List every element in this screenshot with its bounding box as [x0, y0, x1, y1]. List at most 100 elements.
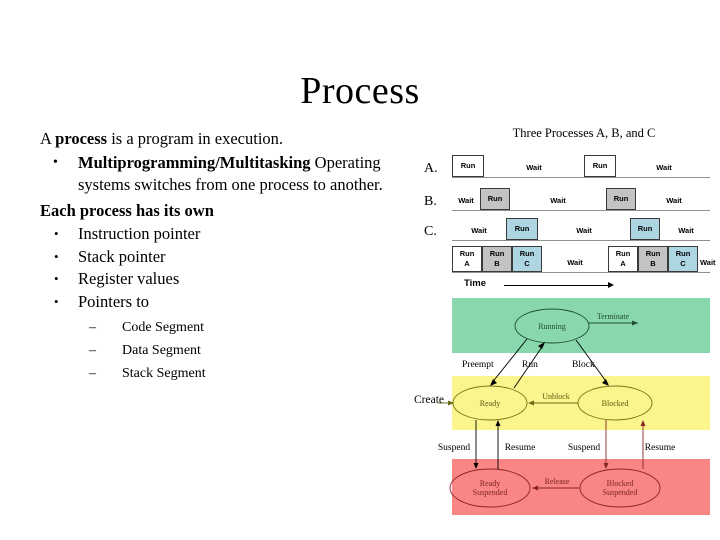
timeline-block-process-id: A: [620, 259, 626, 268]
timeline-caption: Three Processes A, B, and C: [512, 126, 656, 140]
dash-glyph-icon: –: [89, 366, 96, 381]
timeline-wait-block: Wait: [576, 226, 592, 235]
bullet-glyph-icon: •: [54, 226, 59, 241]
bullet-multiprogramming-head: Multiprogramming/Multitasking: [78, 152, 311, 172]
timeline-block-process-id: C: [680, 259, 686, 268]
timeline-wait-block: Wait: [526, 163, 542, 172]
time-axis-arrow-icon: [608, 281, 614, 288]
timeline-figure: Three Processes A, B, and C A. Run Wait Run…: [420, 126, 716, 296]
transition-terminate-arrow-icon: [632, 320, 638, 326]
time-axis: Time: [452, 278, 710, 294]
timeline-track: Wait Run Wait Run Wait: [452, 185, 710, 215]
transition-suspend-left-label: Suspend: [438, 443, 470, 453]
timeline-block-label: Run: [645, 249, 661, 258]
transition-preempt-label: Preempt: [462, 360, 494, 370]
timeline-track: Wait Run Wait Run Wait: [452, 215, 710, 245]
dash-glyph-icon: –: [89, 343, 96, 358]
timeline-row: A. Run Wait Run Wait: [420, 152, 712, 183]
transition-run-label: Run: [522, 360, 538, 370]
time-axis-line: [504, 285, 610, 286]
bullet-register-values: • Register values: [40, 268, 420, 291]
state-diagram-svg: Running Terminate Ready Blocked Unblock …: [438, 308, 676, 508]
timeline-baseline: [452, 177, 710, 178]
timeline-run-block: Run C: [668, 246, 698, 272]
state-blocked-label: Blocked: [602, 399, 629, 408]
bullet-instruction-pointer: • Instruction pointer: [40, 223, 420, 246]
section-heading: Each process has its own: [40, 200, 214, 220]
process-state-diagram: Create Running Terminate Ready Blocked U…: [410, 298, 710, 518]
time-axis-label: Time: [464, 278, 487, 289]
timeline-track: Run A Run B Run C Wait Run A Run B Run C Wait: [452, 246, 716, 277]
intro-bold-term: process: [55, 129, 108, 148]
transition-run-arrow-icon: [538, 342, 545, 349]
timeline-block-process-id: B: [650, 259, 656, 268]
bullet-glyph-icon: •: [54, 293, 59, 309]
sub-bullet-label: Stack Segment: [122, 366, 206, 381]
timeline-block-label: Run: [615, 249, 631, 258]
sub-bullet-stack-segment: – Stack Segment: [40, 362, 420, 385]
timeline-run-block: Run: [630, 218, 660, 240]
transition-block-arrow-icon: [602, 379, 609, 386]
timeline-run-block: Run C: [512, 246, 542, 272]
transition-preempt-arrow-icon: [490, 379, 497, 386]
bullet-glyph-icon: •: [53, 154, 58, 170]
bullet-multiprogramming: • Multiprogramming/Multitasking Operatin…: [40, 152, 420, 197]
timeline-baseline: [452, 240, 710, 241]
timeline-wait-block: Wait: [656, 163, 672, 172]
timeline-row: Run A Run B Run C Wait Run A Run B Run C Wait: [420, 246, 716, 278]
transition-suspend-right-label: Suspend: [568, 443, 600, 453]
bullet-stack-pointer: • Stack pointer: [40, 246, 420, 269]
timeline-wait-block: Wait: [458, 196, 474, 205]
timeline-row-label: C.: [424, 224, 437, 239]
bullet-label: Pointers to: [78, 291, 150, 311]
timeline-run-block: Run A: [452, 246, 482, 272]
timeline-block-label: Run: [459, 249, 475, 258]
timeline-wait-block: Wait: [567, 258, 583, 267]
transition-resume-left-arrow-icon: [495, 420, 501, 426]
timeline-wait-block: Wait: [550, 196, 566, 205]
timeline-block-process-id: C: [524, 259, 530, 268]
timeline-block-process-id: B: [494, 259, 500, 268]
state-ready-suspended-label-line2: Suspended: [473, 488, 508, 497]
bullet-label: Stack pointer: [78, 246, 166, 266]
timeline-track: Run Wait Run Wait: [452, 152, 710, 182]
timeline-run-block: Run: [480, 188, 510, 210]
transition-resume-right-label: Resume: [645, 443, 676, 453]
transition-suspend-left-arrow-icon: [473, 463, 479, 469]
timeline-run-block: Run: [452, 155, 484, 177]
transition-unblock-label: Unblock: [542, 392, 570, 401]
timeline-block-label: Run: [489, 249, 505, 258]
timeline-run-block: Run A: [608, 246, 638, 272]
bullet-label: Instruction pointer: [78, 224, 201, 243]
sub-bullet-code-segment: – Code Segment: [40, 316, 420, 339]
transition-resume-left-label: Resume: [505, 443, 536, 453]
timeline-wait-block: Wait: [678, 226, 694, 235]
timeline-block-label: Run: [675, 249, 691, 258]
transition-release-label: Release: [545, 477, 570, 486]
timeline-block-process-id: A: [464, 259, 470, 268]
dash-glyph-icon: –: [89, 320, 96, 335]
sub-bullet-label: Code Segment: [122, 320, 205, 335]
sub-bullet-data-segment: – Data Segment: [40, 339, 420, 362]
timeline-run-block: Run B: [638, 246, 668, 272]
timeline-wait-block: Wait: [471, 226, 487, 235]
timeline-baseline: [452, 210, 710, 211]
state-blocked-suspended-label-line1: Blocked: [607, 479, 634, 488]
timeline-row: B. Wait Run Wait Run Wait: [420, 185, 712, 216]
timeline-run-block: Run: [584, 155, 616, 177]
intro-paragraph: A process is a program in execution.: [40, 128, 420, 151]
timeline-run-block: Run B: [482, 246, 512, 272]
timeline-block-label: Run: [519, 249, 535, 258]
timeline-run-block: Run: [606, 188, 636, 210]
body-text-block: A process is a program in execution. • M…: [40, 128, 420, 385]
timeline-wait-block: Wait: [700, 258, 716, 267]
timeline-row-label: B.: [424, 194, 437, 209]
bullet-pointers-to: • Pointers to: [40, 291, 420, 314]
intro-prefix: A: [40, 129, 56, 148]
bullet-label: Register values: [78, 269, 180, 288]
timeline-run-block: Run: [506, 218, 538, 240]
bullet-glyph-icon: •: [54, 248, 59, 264]
state-ready-suspended-label-line1: Ready: [480, 479, 500, 488]
transition-block-label: Block: [572, 360, 595, 370]
sub-bullet-label: Data Segment: [122, 343, 201, 358]
